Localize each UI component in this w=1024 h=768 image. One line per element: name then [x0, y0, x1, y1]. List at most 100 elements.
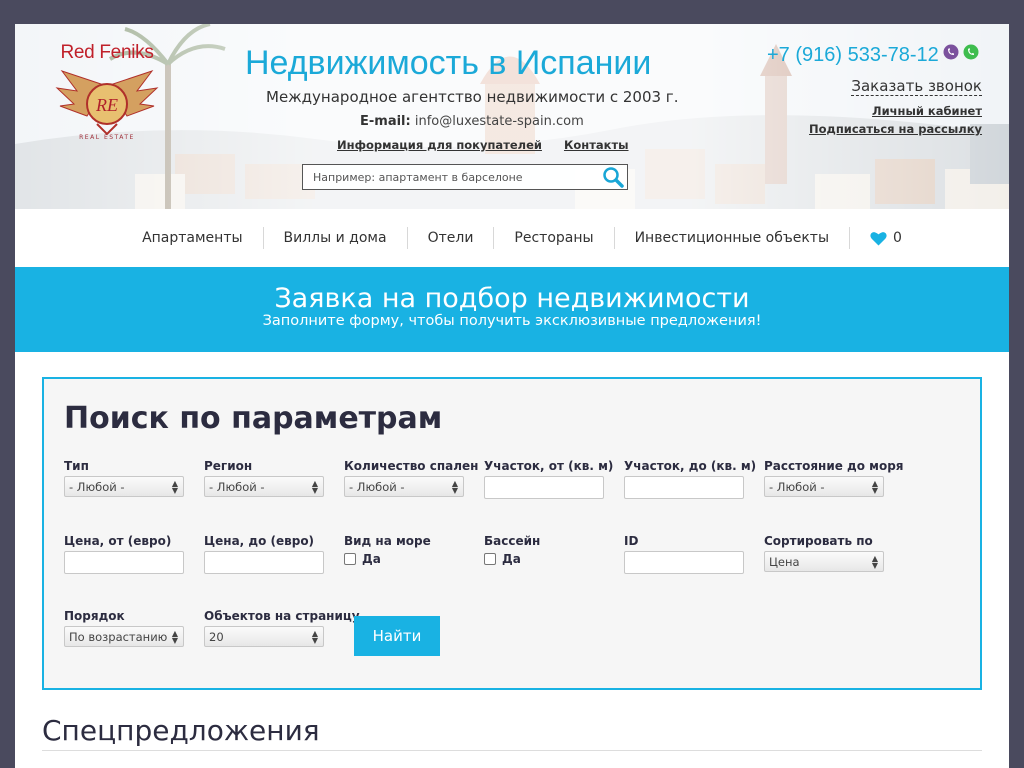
sort-select-value: Цена: [769, 555, 800, 569]
sea-view-label: Вид на море: [344, 534, 431, 548]
site-subtitle: Международное агентство недвижимости с 2…: [266, 88, 679, 106]
per-page-select-value: 20: [209, 630, 224, 644]
site-title: Недвижимость в Испании: [245, 44, 652, 82]
sort-select[interactable]: Цена ▲ ▼: [764, 551, 884, 572]
price-to-label: Цена, до (евро): [204, 534, 315, 548]
nav-item-investments[interactable]: Инвестиционные объекты: [615, 227, 851, 249]
header-search: [302, 164, 628, 190]
region-select[interactable]: - Любой - ▲ ▼: [204, 476, 324, 497]
checkbox-box[interactable]: [484, 553, 496, 565]
sort-label: Сортировать по: [764, 534, 873, 548]
order-field: Порядок По возрастанию ▲ ▼: [64, 609, 184, 647]
nav-item-restaurants[interactable]: Рестораны: [494, 227, 615, 249]
subscribe-link[interactable]: Подписаться на рассылку: [809, 122, 982, 136]
bedrooms-field: Количество спален - Любой - ▲ ▼: [344, 459, 479, 497]
id-label: ID: [624, 534, 639, 548]
phoenix-emblem-icon: RE: [55, 70, 159, 136]
type-select-value: - Любой -: [69, 480, 125, 494]
price-to-input[interactable]: [204, 551, 324, 574]
header-links: Информация для покупателей Контакты: [337, 138, 647, 152]
order-label: Порядок: [64, 609, 125, 623]
type-select[interactable]: - Любой - ▲ ▼: [64, 476, 184, 497]
find-button[interactable]: Найти: [354, 616, 440, 656]
type-field: Тип - Любой - ▲ ▼: [64, 459, 184, 497]
bedrooms-label: Количество спален: [344, 459, 479, 473]
pool-field: Бассейн Да: [484, 534, 604, 566]
region-field: Регион - Любой - ▲ ▼: [204, 459, 324, 497]
whatsapp-icon[interactable]: [963, 44, 979, 60]
header: Red Feniks RE REAL ESTATE Недвижимость в…: [15, 24, 1009, 209]
nav-item-hotels[interactable]: Отели: [408, 227, 495, 249]
personal-account-link[interactable]: Личный кабинет: [872, 104, 982, 118]
logo[interactable]: Red Feniks RE REAL ESTATE: [49, 42, 165, 152]
request-banner: Заявка на подбор недвижимости Заполните …: [15, 267, 1009, 352]
select-arrows-icon: ▲ ▼: [871, 479, 878, 495]
price-from-label: Цена, от (евро): [64, 534, 172, 548]
banner-title: Заявка на подбор недвижимости: [274, 283, 750, 314]
select-arrows-icon: ▲ ▼: [451, 479, 458, 495]
main-nav: Апартаменты Виллы и дома Отели Рестораны…: [15, 209, 1009, 267]
type-label: Тип: [64, 459, 89, 473]
specials-heading: Спецпредложения: [42, 714, 320, 747]
plot-to-field: Участок, до (кв. м): [624, 459, 757, 499]
email-link[interactable]: info@luxestate-spain.com: [415, 114, 584, 129]
favorites-count: 0: [893, 230, 902, 246]
price-to-field: Цена, до (евро): [204, 534, 324, 574]
region-label: Регион: [204, 459, 253, 473]
banner-subtitle: Заполните форму, чтобы получить эксклюзи…: [262, 313, 762, 329]
order-callback-link[interactable]: Заказать звонок: [851, 77, 982, 96]
nav-item-villas[interactable]: Виллы и дома: [264, 227, 408, 249]
select-arrows-icon: ▲ ▼: [871, 554, 878, 570]
plot-to-input[interactable]: [624, 476, 744, 499]
heart-icon: [870, 231, 887, 245]
nav-item-apartments[interactable]: Апартаменты: [122, 227, 264, 249]
search-form: Поиск по параметрам Тип - Любой - ▲ ▼ Реги…: [42, 377, 982, 690]
id-field: ID: [624, 534, 744, 574]
sea-view-option: Да: [362, 552, 381, 566]
plot-from-label: Участок, от (кв. м): [484, 459, 614, 473]
plot-from-input[interactable]: [484, 476, 604, 499]
id-input[interactable]: [624, 551, 744, 574]
sea-distance-select-value: - Любой -: [769, 480, 825, 494]
logo-subtitle: REAL ESTATE: [79, 134, 135, 141]
messenger-icons: [943, 44, 979, 60]
phone-number[interactable]: +7 (916) 533-78-12: [767, 44, 939, 67]
bedrooms-select-value: - Любой -: [349, 480, 405, 494]
bedrooms-select[interactable]: - Любой - ▲ ▼: [344, 476, 464, 497]
select-arrows-icon: ▲ ▼: [171, 479, 178, 495]
favorites-link[interactable]: 0: [850, 230, 902, 246]
sea-view-field: Вид на море Да: [344, 534, 464, 566]
logo-title: Red Feniks: [60, 42, 154, 63]
price-from-input[interactable]: [64, 551, 184, 574]
region-select-value: - Любой -: [209, 480, 265, 494]
checkbox-box[interactable]: [344, 553, 356, 565]
select-arrows-icon: ▲ ▼: [171, 629, 178, 645]
plot-to-label: Участок, до (кв. м): [624, 459, 757, 473]
price-from-field: Цена, от (евро): [64, 534, 184, 574]
plot-from-field: Участок, от (кв. м): [484, 459, 614, 499]
sea-distance-field: Расстояние до моря - Любой - ▲ ▼: [764, 459, 904, 497]
search-icon[interactable]: [601, 166, 625, 188]
pool-label: Бассейн: [484, 534, 541, 548]
email-line: E-mail: info@luxestate-spain.com: [360, 114, 584, 129]
buyers-info-link[interactable]: Информация для покупателей: [337, 138, 542, 152]
email-label: E-mail:: [360, 114, 411, 129]
sea-distance-label: Расстояние до моря: [764, 459, 904, 473]
select-arrows-icon: ▲ ▼: [311, 629, 318, 645]
select-arrows-icon: ▲ ▼: [311, 479, 318, 495]
pool-checkbox[interactable]: Да: [484, 552, 604, 566]
sea-view-checkbox[interactable]: Да: [344, 552, 464, 566]
order-select[interactable]: По возрастанию ▲ ▼: [64, 626, 184, 647]
divider: [42, 750, 982, 751]
per-page-select[interactable]: 20 ▲ ▼: [204, 626, 324, 647]
svg-text:RE: RE: [95, 95, 118, 115]
sea-distance-select[interactable]: - Любой - ▲ ▼: [764, 476, 884, 497]
pool-option: Да: [502, 552, 521, 566]
contacts-link[interactable]: Контакты: [564, 138, 629, 152]
viber-icon[interactable]: [943, 44, 959, 60]
sort-field: Сортировать по Цена ▲ ▼: [764, 534, 884, 572]
per-page-label: Объектов на страницу: [204, 609, 360, 623]
form-title: Поиск по параметрам: [64, 401, 443, 436]
per-page-field: Объектов на страницу 20 ▲ ▼: [204, 609, 360, 647]
search-input[interactable]: [303, 165, 593, 189]
